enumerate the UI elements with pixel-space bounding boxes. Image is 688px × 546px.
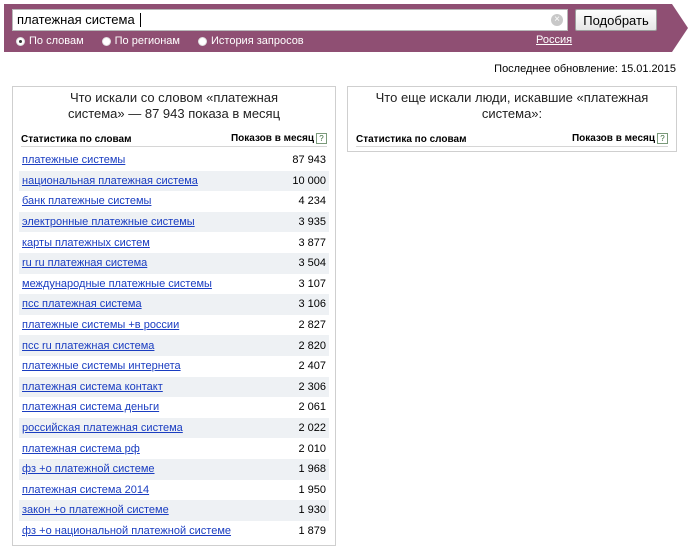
query-link[interactable]: национальная платежная система: [22, 175, 198, 187]
query-link[interactable]: платежные системы интернета: [22, 360, 181, 372]
panel-title-line: Что еще искали люди, искавшие «платежная: [375, 90, 649, 105]
radio-by-regions[interactable]: По регионам: [101, 35, 180, 47]
panel-title-line: система» — 87 943 показа в месяц: [67, 106, 281, 121]
query-link[interactable]: закон +о платежной системе: [22, 504, 169, 516]
words-stats-panel: Что искали со словом «платежная система»…: [12, 86, 336, 546]
impressions-count: 2 827: [298, 319, 326, 332]
panel-title-line: Что искали со словом «платежная: [69, 90, 279, 105]
text-caret: [140, 13, 141, 27]
query-link[interactable]: платежные системы: [22, 154, 125, 166]
search-input[interactable]: [17, 10, 547, 30]
impressions-count: 1 930: [298, 504, 326, 517]
help-icon[interactable]: ?: [657, 133, 668, 145]
query-link[interactable]: платежная система 2014: [22, 484, 149, 496]
impressions-count: 2 010: [298, 442, 326, 455]
query-link[interactable]: фз +о платежной системе: [22, 463, 155, 475]
table-row: российская платежная система 2 022: [19, 417, 329, 439]
help-icon[interactable]: ?: [316, 133, 327, 145]
impressions-count: 10 000: [292, 174, 326, 187]
column-query-header: Статистика по словам: [356, 133, 467, 145]
column-count-label: Показов в месяц: [230, 133, 314, 145]
table-row: платежные системы интернета 2 407: [19, 356, 329, 377]
table-row: пcс ru платежная система 2 820: [19, 335, 329, 356]
column-count-label: Показов в месяц: [571, 133, 655, 145]
table-row: платежные системы 87 943: [19, 150, 329, 171]
column-count-header: Показов в месяц?: [571, 133, 668, 145]
table-row: пcс платежная система 3 106: [19, 294, 329, 315]
query-link[interactable]: банк платежные системы: [22, 195, 151, 207]
radio-dot-icon: [198, 36, 207, 46]
impressions-count: 3 107: [298, 277, 326, 290]
query-link[interactable]: платежная система деньги: [22, 401, 159, 413]
query-link[interactable]: платежная система рф: [22, 443, 140, 455]
query-link[interactable]: платежная система контакт: [22, 381, 163, 393]
query-link[interactable]: российская платежная система: [22, 422, 183, 434]
table-header: Статистика по словам Показов в месяц?: [356, 132, 668, 147]
query-link[interactable]: карты платежных систем: [22, 237, 150, 249]
impressions-count: 3 504: [298, 257, 326, 270]
column-count-header: Показов в месяц?: [230, 133, 327, 145]
panel-title-line: система»:: [481, 106, 543, 121]
query-link[interactable]: ru ru платежная система: [22, 257, 147, 269]
table-header: Статистика по словам Показов в месяц?: [21, 132, 327, 147]
table-row: закон +о платежной системе 1 930: [19, 500, 329, 521]
impressions-count: 3 877: [298, 236, 326, 249]
impressions-count: 3 106: [298, 298, 326, 311]
search-header: × Подобрать По словам По регионам Истори…: [0, 0, 688, 52]
impressions-count: 2 306: [298, 380, 326, 393]
impressions-count: 2 022: [298, 422, 326, 435]
clear-icon[interactable]: ×: [551, 14, 563, 26]
impressions-count: 2 061: [298, 401, 326, 414]
table-row: ru ru платежная система 3 504: [19, 252, 329, 274]
table-row: национальная платежная система 10 000: [19, 170, 329, 192]
panel-title: Что еще искали люди, искавшие «платежная…: [356, 90, 668, 122]
table-row: карты платежных систем 3 877: [19, 232, 329, 253]
impressions-count: 1 968: [298, 463, 326, 476]
radio-label: По словам: [29, 35, 84, 47]
impressions-count: 2 820: [298, 339, 326, 352]
column-query-header: Статистика по словам: [21, 133, 132, 145]
impressions-count: 1 950: [298, 483, 326, 496]
search-mode-radios: По словам По регионам История запросов: [16, 34, 322, 48]
query-link[interactable]: пcс ru платежная система: [22, 340, 154, 352]
query-link[interactable]: платежные системы +в россии: [22, 319, 179, 331]
table-row: платежная система 2014 1 950: [19, 480, 329, 501]
radio-dot-icon: [16, 36, 25, 46]
table-row: платежная система деньги 2 061: [19, 397, 329, 418]
radio-by-words[interactable]: По словам: [16, 35, 84, 47]
impressions-count: 1 879: [298, 524, 326, 537]
radio-label: История запросов: [211, 35, 304, 47]
table-row: международные платежные системы 3 107: [19, 274, 329, 295]
table-row: электронные платежные системы 3 935: [19, 211, 329, 233]
table-row: фз +о национальной платежной системе 1 87…: [19, 521, 329, 542]
query-list: платежные системы 87 943 национальная плат…: [19, 150, 329, 541]
table-row: фз +о платежной системе 1 968: [19, 458, 329, 480]
radio-label: По регионам: [114, 35, 180, 47]
search-box: ×: [12, 9, 568, 31]
impressions-count: 3 935: [298, 216, 326, 229]
table-row: платежные системы +в россии 2 827: [19, 315, 329, 336]
query-link[interactable]: международные платежные системы: [22, 278, 212, 290]
impressions-count: 4 234: [298, 195, 326, 208]
table-row: платежная система рф 2 010: [19, 438, 329, 459]
impressions-count: 87 943: [292, 154, 326, 167]
table-row: платежная система контакт 2 306: [19, 376, 329, 398]
query-link[interactable]: фз +о национальной платежной системе: [22, 525, 231, 537]
region-link[interactable]: Россия: [536, 34, 572, 46]
query-link[interactable]: электронные платежные системы: [22, 216, 195, 228]
last-update-text: Последнее обновление: 15.01.2015: [494, 63, 676, 75]
pick-button[interactable]: Подобрать: [575, 9, 657, 31]
radio-query-history[interactable]: История запросов: [198, 35, 304, 47]
impressions-count: 2 407: [298, 360, 326, 373]
radio-dot-icon: [101, 36, 111, 46]
query-link[interactable]: пcс платежная система: [22, 298, 142, 310]
panel-title: Что искали со словом «платежная система»…: [21, 90, 327, 122]
related-queries-panel: Что еще искали люди, искавшие «платежная…: [347, 86, 677, 152]
table-row: банк платежные системы 4 234: [19, 191, 329, 212]
